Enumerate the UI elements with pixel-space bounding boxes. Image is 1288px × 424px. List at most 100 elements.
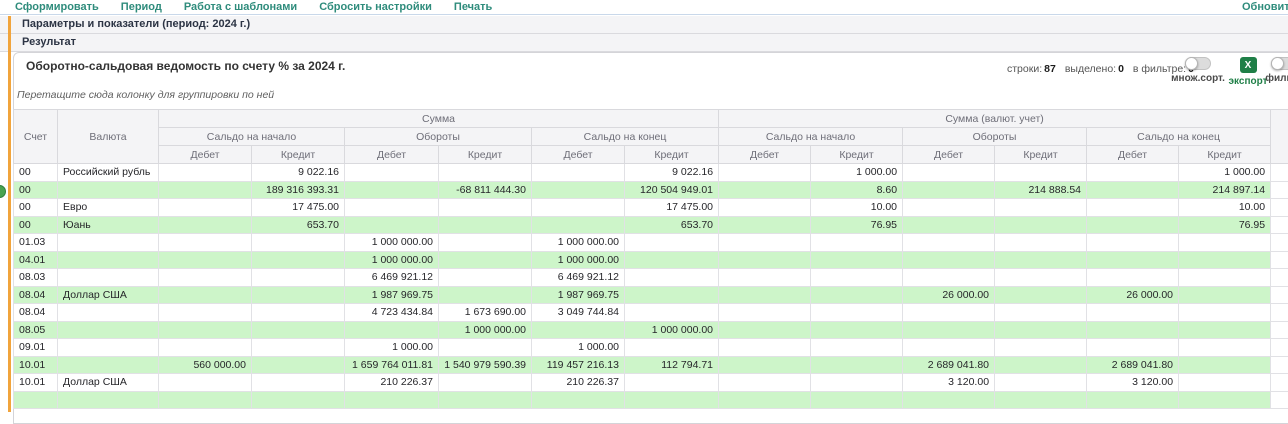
cell-value[interactable] xyxy=(345,199,439,217)
cell-value[interactable]: 2 689 041.80 xyxy=(903,356,995,374)
cell-value[interactable]: 1 673 690.00 xyxy=(439,304,532,322)
table-row[interactable]: 04.011 000 000.001 000 000.00 xyxy=(14,251,1288,269)
cell-value[interactable] xyxy=(719,391,811,409)
cell-value[interactable] xyxy=(1087,269,1179,287)
cell-value[interactable] xyxy=(811,321,903,339)
cell-currency[interactable] xyxy=(58,391,159,409)
table-row[interactable]: 00Российский рубль9 022.169 022.161 000.… xyxy=(14,164,1288,182)
table-row[interactable]: 00189 316 393.31-68 811 444.30120 504 94… xyxy=(14,181,1288,199)
cell-value[interactable] xyxy=(252,269,345,287)
cell-value[interactable] xyxy=(1179,304,1271,322)
section-parameters[interactable]: Параметры и показатели (период: 2024 г.) xyxy=(0,16,1288,34)
menu-item-period[interactable]: Период xyxy=(121,1,162,13)
cell-value[interactable] xyxy=(345,216,439,234)
cell-value[interactable]: -68 811 444.30 xyxy=(439,181,532,199)
cell-value[interactable] xyxy=(719,374,811,392)
cell-value[interactable]: 6 469 921.12 xyxy=(532,269,625,287)
multisort-toggle[interactable] xyxy=(1185,57,1211,70)
cell-value[interactable] xyxy=(811,391,903,409)
col-header-debit[interactable]: Дебет xyxy=(1087,146,1179,164)
cell-value[interactable]: 2 689 041.80 xyxy=(1087,356,1179,374)
cell-currency[interactable] xyxy=(58,321,159,339)
col-header-debit[interactable]: Дебет xyxy=(903,146,995,164)
cell-value[interactable] xyxy=(811,356,903,374)
menu-item-reset-settings[interactable]: Сбросить настройки xyxy=(319,1,432,13)
cell-value[interactable] xyxy=(625,286,719,304)
cell-value[interactable] xyxy=(719,304,811,322)
cell-value[interactable] xyxy=(1179,251,1271,269)
cell-value[interactable] xyxy=(439,234,532,252)
cell-value[interactable] xyxy=(625,391,719,409)
cell-value[interactable]: 76.95 xyxy=(811,216,903,234)
cell-account[interactable]: 08.04 xyxy=(14,286,58,304)
cell-value[interactable] xyxy=(719,251,811,269)
cell-value[interactable]: 9 022.16 xyxy=(252,164,345,182)
cell-value[interactable] xyxy=(345,321,439,339)
cell-account[interactable]: 00 xyxy=(14,164,58,182)
cell-value[interactable]: 119 457 216.13 xyxy=(532,356,625,374)
cell-value[interactable] xyxy=(159,321,252,339)
cell-value[interactable] xyxy=(995,391,1087,409)
cell-value[interactable]: 653.70 xyxy=(625,216,719,234)
cell-value[interactable] xyxy=(159,251,252,269)
cell-value[interactable] xyxy=(1179,339,1271,357)
table-row[interactable]: 00Евро17 475.0017 475.0010.0010.00 xyxy=(14,199,1288,217)
cell-value[interactable] xyxy=(159,391,252,409)
cell-value[interactable] xyxy=(719,269,811,287)
cell-currency[interactable] xyxy=(58,251,159,269)
cell-value[interactable] xyxy=(811,304,903,322)
cell-value[interactable] xyxy=(811,374,903,392)
group-drop-zone[interactable]: Перетащите сюда колонку для группировки … xyxy=(17,89,274,101)
col-header-credit[interactable]: Кредит xyxy=(252,146,345,164)
cell-value[interactable] xyxy=(625,304,719,322)
cell-value[interactable] xyxy=(252,391,345,409)
table-row[interactable]: 08.04Доллар США1 987 969.751 987 969.752… xyxy=(14,286,1288,304)
table-row[interactable]: 08.044 723 434.841 673 690.003 049 744.8… xyxy=(14,304,1288,322)
cell-value[interactable]: 210 226.37 xyxy=(532,374,625,392)
col-header-debit[interactable]: Дебет xyxy=(532,146,625,164)
cell-value[interactable] xyxy=(625,339,719,357)
cell-value[interactable] xyxy=(439,199,532,217)
cell-value[interactable]: 1 659 764 011.81 xyxy=(345,356,439,374)
cell-value[interactable]: 1 000 000.00 xyxy=(532,234,625,252)
cell-value[interactable] xyxy=(532,199,625,217)
cell-value[interactable] xyxy=(719,321,811,339)
cell-account[interactable]: 09.01 xyxy=(14,339,58,357)
cell-value[interactable] xyxy=(625,234,719,252)
menu-item-refresh[interactable]: Обновить xyxy=(1242,1,1288,13)
cell-value[interactable]: 26 000.00 xyxy=(903,286,995,304)
cell-account[interactable] xyxy=(14,391,58,409)
cell-value[interactable]: 210 226.37 xyxy=(345,374,439,392)
cell-value[interactable] xyxy=(1179,234,1271,252)
col-header-credit[interactable]: Кредит xyxy=(811,146,903,164)
cell-value[interactable]: 1 000.00 xyxy=(532,339,625,357)
table-row[interactable]: 08.051 000 000.001 000 000.00 xyxy=(14,321,1288,339)
cell-currency[interactable] xyxy=(58,339,159,357)
cell-value[interactable] xyxy=(625,269,719,287)
section-result[interactable]: Результат xyxy=(0,34,1288,52)
cell-value[interactable] xyxy=(345,181,439,199)
cell-value[interactable] xyxy=(532,391,625,409)
cell-value[interactable]: 3 049 744.84 xyxy=(532,304,625,322)
cell-value[interactable] xyxy=(159,304,252,322)
cell-value[interactable] xyxy=(252,356,345,374)
cell-value[interactable]: 214 888.54 xyxy=(995,181,1087,199)
cell-value[interactable] xyxy=(439,251,532,269)
cell-value[interactable] xyxy=(995,286,1087,304)
cell-value[interactable] xyxy=(811,234,903,252)
cell-value[interactable] xyxy=(345,391,439,409)
cell-value[interactable] xyxy=(995,216,1087,234)
menu-item-templates[interactable]: Работа с шаблонами xyxy=(184,1,297,13)
cell-value[interactable] xyxy=(252,374,345,392)
cell-value[interactable] xyxy=(719,199,811,217)
cell-currency[interactable]: Доллар США xyxy=(58,286,159,304)
cell-account[interactable]: 00 xyxy=(14,199,58,217)
cell-value[interactable] xyxy=(903,234,995,252)
cell-value[interactable] xyxy=(345,164,439,182)
cell-value[interactable] xyxy=(903,251,995,269)
cell-value[interactable] xyxy=(719,356,811,374)
cell-value[interactable] xyxy=(995,356,1087,374)
cell-value[interactable] xyxy=(1087,339,1179,357)
cell-value[interactable] xyxy=(1179,391,1271,409)
cell-value[interactable]: 1 000.00 xyxy=(1179,164,1271,182)
